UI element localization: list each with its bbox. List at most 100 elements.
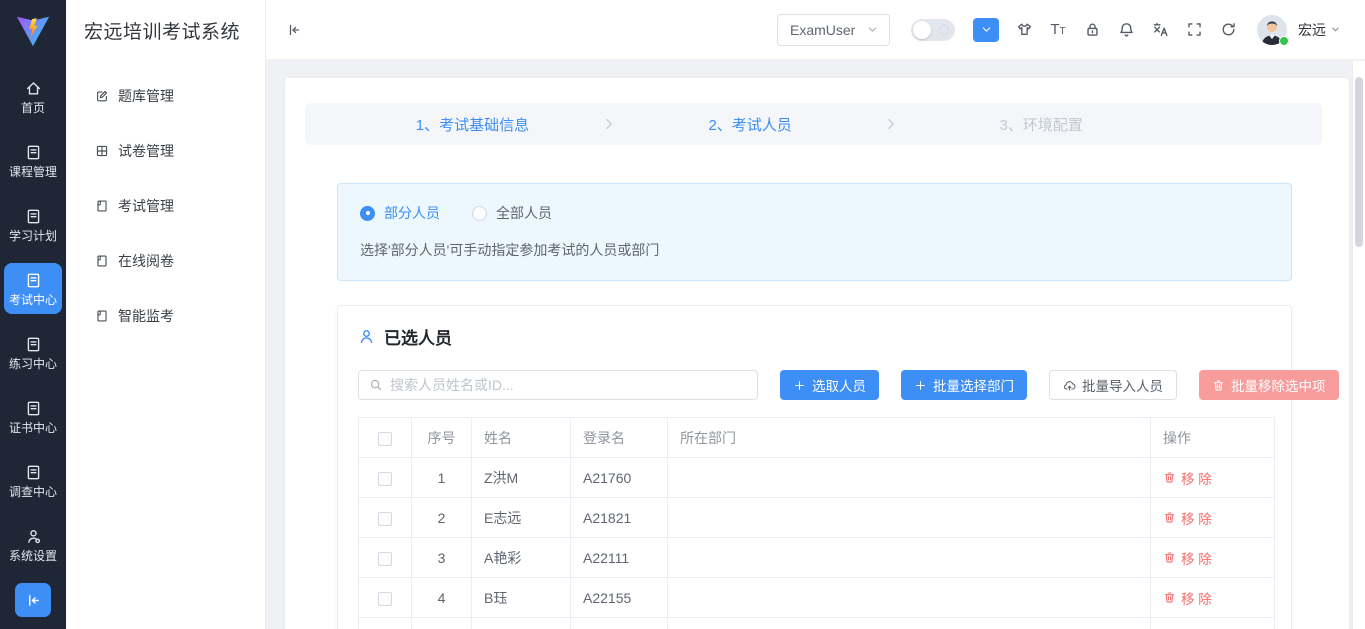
topbar-icons: TT (1007, 21, 1245, 38)
search-input[interactable] (390, 377, 747, 393)
person-name: A艳彩 (472, 538, 571, 578)
profile-menu[interactable]: 宏远 (1298, 20, 1341, 40)
theme-skin-button[interactable] (1007, 21, 1041, 38)
batch-import-button[interactable]: 批量导入人员 (1049, 370, 1177, 400)
department (668, 498, 1151, 538)
table-header-row: 序号姓名登录名所在部门操作 (359, 418, 1275, 458)
select-all-checkbox[interactable] (378, 432, 392, 446)
sidebar-item-practice-center[interactable]: 练习中心 (4, 327, 62, 378)
cloud-upload-icon (1063, 379, 1076, 392)
app-logo-icon (14, 11, 52, 49)
fullscreen-icon (1186, 21, 1203, 38)
pick-people-button[interactable]: 选取人员 (780, 370, 879, 400)
sidebar-item-certificate-center[interactable]: 证书中心 (4, 391, 62, 442)
button-label: 批量导入人员 (1082, 375, 1163, 395)
chevron-right-icon (882, 115, 900, 133)
menu-item-smart-proctor[interactable]: 智能监考 (66, 288, 265, 343)
language-button[interactable] (1143, 21, 1177, 38)
refresh-icon (1220, 21, 1237, 38)
sidebar-item-study-plan[interactable]: 学习计划 (4, 199, 62, 250)
people-table: 序号姓名登录名所在部门操作 1Z洪MA21760移 除2E志远A21821移 除… (358, 417, 1275, 629)
column-header: 登录名 (571, 418, 668, 458)
table-row: 3A艳彩A22111移 除 (359, 538, 1275, 578)
row-checkbox[interactable] (378, 472, 392, 486)
main-column: ExamUser TT (266, 0, 1365, 629)
menu-item-label: 试卷管理 (118, 141, 174, 161)
wizard-step-3[interactable]: 3、环境配置 (900, 114, 1322, 135)
doc-icon (25, 208, 42, 225)
toggle-knob (913, 21, 931, 39)
sidebar-item-exam-center[interactable]: 考试中心 (4, 263, 62, 314)
sidebar-item-home[interactable]: 首页 (4, 71, 62, 122)
menu-item-exam-management[interactable]: 考试管理 (66, 178, 265, 233)
menu-item-online-marking[interactable]: 在线阅卷 (66, 233, 265, 288)
menu-item-paper-management[interactable]: 试卷管理 (66, 123, 265, 178)
trash-icon (1163, 551, 1176, 564)
menu-item-question-bank[interactable]: 题库管理 (66, 68, 265, 123)
table-row: 5高志勇A22550移 除 (359, 618, 1275, 629)
scope-radio-2[interactable]: 全部人员 (472, 203, 552, 223)
theme-color-button[interactable] (973, 18, 999, 42)
content-area: 1、考试基础信息2、考试人员3、环境配置 部分人员全部人员 选择'部分人员'可手… (266, 60, 1365, 629)
batch-pick-depts-button[interactable]: 批量选择部门 (901, 370, 1027, 400)
sidebar-item-label: 证书中心 (9, 422, 57, 434)
doc-icon (25, 336, 42, 353)
chevron-down-icon (980, 23, 993, 36)
remove-button[interactable]: 移 除 (1163, 508, 1212, 528)
remove-button[interactable]: 移 除 (1163, 468, 1212, 488)
wizard-step-2[interactable]: 2、考试人员 (618, 114, 882, 135)
sidebar-collapse-button[interactable] (15, 583, 51, 617)
radio-label: 部分人员 (384, 203, 440, 223)
menu-item-label: 在线阅卷 (118, 251, 174, 271)
notifications-button[interactable] (1109, 21, 1143, 38)
scrollbar-thumb[interactable] (1355, 77, 1363, 247)
sidebar-item-course-management[interactable]: 课程管理 (4, 135, 62, 186)
primary-nav: 首页课程管理学习计划考试中心练习中心证书中心调查中心系统设置 (4, 71, 62, 583)
fullscreen-button[interactable] (1177, 21, 1211, 38)
person-name: E志远 (472, 498, 571, 538)
inner-wrap: 部分人员全部人员 选择'部分人员'可手动指定参加考试的人员或部门 已选人员 (337, 183, 1292, 629)
remove-label: 移 除 (1181, 548, 1212, 568)
login-name: A22550 (571, 618, 668, 629)
lock-icon (1084, 21, 1101, 38)
user-avatar[interactable] (1257, 15, 1287, 45)
table-row: 2E志远A21821 移 除 (359, 498, 1275, 538)
sidebar-item-survey-center[interactable]: 调查中心 (4, 455, 62, 506)
remove-button[interactable]: 移 除 (1163, 588, 1212, 608)
wizard-step-1[interactable]: 1、考试基础信息 (305, 114, 600, 135)
person-name: 高志勇 (472, 618, 571, 629)
font-size-button[interactable]: TT (1041, 22, 1075, 37)
selected-people-panel: 已选人员 选取人员批量选择部门批量导入人员批量移除选中项 (337, 305, 1292, 629)
scope-box: 部分人员全部人员 选择'部分人员'可手动指定参加考试的人员或部门 (337, 183, 1292, 281)
row-checkbox[interactable] (378, 512, 392, 526)
department (668, 618, 1151, 629)
home-icon (25, 80, 42, 97)
login-name: A21821 (571, 498, 668, 538)
sidebar-item-label: 调查中心 (9, 486, 57, 498)
batch-remove-button[interactable]: 批量移除选中项 (1199, 370, 1339, 400)
radio-label: 全部人员 (496, 203, 552, 223)
chevron-down-icon (1330, 24, 1341, 35)
remove-label: 移 除 (1181, 508, 1212, 528)
panel-toolbar: 选取人员批量选择部门批量导入人员批量移除选中项 (358, 370, 1271, 400)
row-index: 1 (412, 458, 472, 498)
notebook-icon (95, 254, 109, 268)
primary-sidebar: 首页课程管理学习计划考试中心练习中心证书中心调查中心系统设置 (0, 0, 66, 629)
doc-icon (25, 400, 42, 417)
lock-screen-button[interactable] (1075, 21, 1109, 38)
panel-title: 已选人员 (384, 324, 452, 349)
sidebar-item-system-settings[interactable]: 系统设置 (4, 519, 62, 570)
row-checkbox[interactable] (378, 552, 392, 566)
sidebar-item-label: 练习中心 (9, 358, 57, 370)
button-label: 批量移除选中项 (1231, 375, 1326, 395)
menu-collapse-icon[interactable] (286, 22, 302, 38)
scope-radio-1[interactable]: 部分人员 (360, 203, 440, 223)
refresh-button[interactable] (1211, 21, 1245, 38)
user-role-select[interactable]: ExamUser (777, 14, 890, 46)
step-wizard: 1、考试基础信息 2、考试人员 3、环境配置 (305, 103, 1322, 145)
remove-button[interactable]: 移 除 (1163, 548, 1212, 568)
row-index: 2 (412, 498, 472, 538)
dark-mode-toggle[interactable] (911, 19, 955, 41)
search-icon (369, 378, 383, 392)
row-checkbox[interactable] (378, 592, 392, 606)
